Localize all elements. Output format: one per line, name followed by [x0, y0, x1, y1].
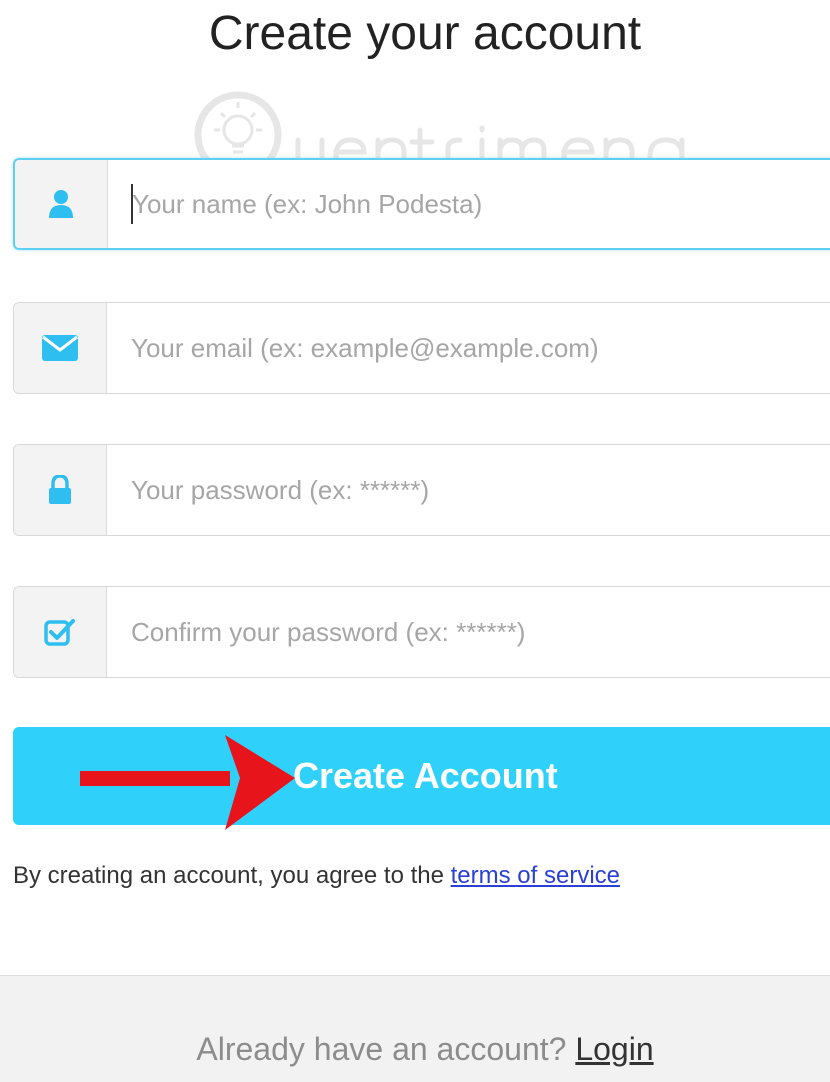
text-cursor — [131, 184, 133, 224]
checkbox-icon — [14, 587, 107, 677]
confirm-password-field — [13, 586, 830, 678]
login-prompt: Already have an account? Login — [0, 1031, 830, 1068]
password-field — [13, 444, 830, 536]
terms-of-service-link[interactable]: terms of service — [451, 862, 620, 889]
red-arrow-annotation — [80, 735, 295, 830]
footer: Already have an account? Login — [0, 975, 830, 1082]
login-prompt-text: Already have an account? — [196, 1031, 576, 1067]
signup-page: Create your account Your name (ex: John … — [0, 0, 830, 1082]
terms-prefix: By creating an account, you agree to the — [13, 862, 451, 889]
lock-icon — [14, 445, 107, 535]
name-field — [13, 158, 830, 250]
create-account-label: Create Account — [293, 755, 558, 796]
terms-notice: By creating an account, you agree to the… — [13, 862, 620, 890]
email-input[interactable] — [107, 303, 830, 393]
envelope-icon — [14, 303, 107, 393]
user-icon — [15, 160, 108, 248]
confirm-password-input[interactable] — [107, 587, 830, 677]
page-title: Create your account — [208, 7, 642, 60]
name-input[interactable] — [108, 160, 830, 248]
login-link[interactable]: Login — [575, 1031, 653, 1067]
email-field — [13, 302, 830, 394]
password-input[interactable] — [107, 445, 830, 535]
